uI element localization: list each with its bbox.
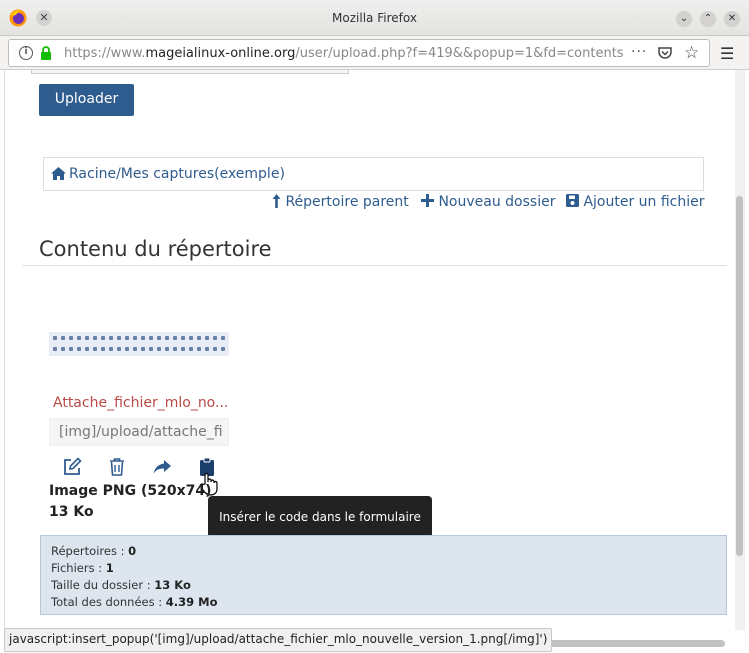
parent-directory-label: Répertoire parent <box>285 194 409 210</box>
stat-value: 4.39 Mo <box>165 595 218 609</box>
stat-label: Taille du dossier : <box>51 578 155 592</box>
home-icon <box>51 167 66 180</box>
window-edge <box>4 70 5 630</box>
breadcrumb-folder-link[interactable]: Mes captures(exemple) <box>121 166 285 182</box>
trash-icon[interactable] <box>107 457 127 477</box>
minimize-button[interactable]: ⌄ <box>676 11 692 27</box>
maximize-button[interactable]: ⌃ <box>700 11 716 27</box>
url-path: /user/upload.php?f=419&&popup=1&fd=conte… <box>295 46 624 61</box>
edit-icon[interactable] <box>62 457 82 477</box>
stat-files: Fichiers : 1 <box>51 560 716 577</box>
page-actions-icon[interactable]: ··· <box>631 44 647 60</box>
file-code-input[interactable]: [img]/upload/attache_fi <box>49 418 229 446</box>
plus-icon <box>421 194 434 207</box>
lock-icon[interactable] <box>40 46 52 60</box>
stat-folder-size: Taille du dossier : 13 Ko <box>51 577 716 594</box>
pocket-icon[interactable] <box>658 46 672 60</box>
heading-divider <box>22 265 727 266</box>
file-size: 13 Ko <box>49 504 94 520</box>
upload-form-field <box>31 70 349 74</box>
stat-label: Fichiers : <box>51 561 106 575</box>
stat-value: 0 <box>128 544 137 558</box>
share-icon[interactable] <box>152 457 172 477</box>
file-name-link[interactable]: Attache_fichier_mlo_no... <box>53 395 233 411</box>
insert-code-tooltip: Insérer le code dans le formulaire <box>208 496 432 538</box>
horizontal-scrollbar-thumb[interactable] <box>540 640 725 647</box>
uploader-button[interactable]: Uploader <box>39 84 134 116</box>
stat-total-data: Total des données : 4.39 Mo <box>51 594 716 611</box>
directory-stats-panel: Répertoires : 0 Fichiers : 1 Taille du d… <box>40 535 727 615</box>
stat-label: Répertoires : <box>51 544 129 558</box>
window-titlebar: ✕ Mozilla Firefox ⌄ ⌃ ✕ <box>0 0 749 36</box>
level-up-icon <box>272 194 281 208</box>
hamburger-menu-icon[interactable]: ☰ <box>720 44 734 63</box>
file-type: Image PNG (520x74) <box>49 483 212 499</box>
add-file-label: Ajouter un fichier <box>583 194 705 210</box>
add-file-link[interactable]: Ajouter un fichier <box>566 194 705 210</box>
breadcrumb-root-link[interactable]: Racine <box>69 166 116 182</box>
new-folder-link[interactable]: Nouveau dossier <box>421 194 555 210</box>
url-domain: mageialinux-online.org <box>145 46 296 61</box>
vertical-scrollbar-thumb[interactable] <box>736 196 743 556</box>
url-text[interactable]: https://www.mageialinux-online.org/user/… <box>64 46 624 61</box>
site-info-icon[interactable]: i <box>19 46 33 60</box>
stat-label: Total des données : <box>51 595 166 609</box>
new-folder-label: Nouveau dossier <box>438 194 556 210</box>
stat-value: 1 <box>105 561 114 575</box>
save-icon <box>566 194 579 207</box>
status-bar-link-preview: javascript:insert_popup('[img]/upload/at… <box>4 628 553 652</box>
url-bar[interactable]: i https://www.mageialinux-online.org/use… <box>8 39 710 67</box>
navigation-toolbar: i https://www.mageialinux-online.org/use… <box>0 36 749 70</box>
directory-heading: Contenu du répertoire <box>39 237 272 261</box>
url-prefix: https://www. <box>64 46 146 61</box>
page-content: Uploader Racine/Mes captures(exemple) Ré… <box>0 70 749 630</box>
stat-directories: Répertoires : 0 <box>51 543 716 560</box>
file-thumbnail[interactable] <box>49 332 229 356</box>
stat-value: 13 Ko <box>154 578 191 592</box>
breadcrumb-path: Racine/Mes captures(exemple) <box>69 166 285 182</box>
window-title: Mozilla Firefox <box>332 11 417 25</box>
close-button[interactable]: ✕ <box>724 11 740 27</box>
bookmark-star-icon[interactable]: ☆ <box>684 43 699 63</box>
parent-directory-link[interactable]: Répertoire parent <box>272 194 409 210</box>
breadcrumb: Racine/Mes captures(exemple) <box>43 157 704 191</box>
vertical-scrollbar[interactable] <box>735 70 745 630</box>
